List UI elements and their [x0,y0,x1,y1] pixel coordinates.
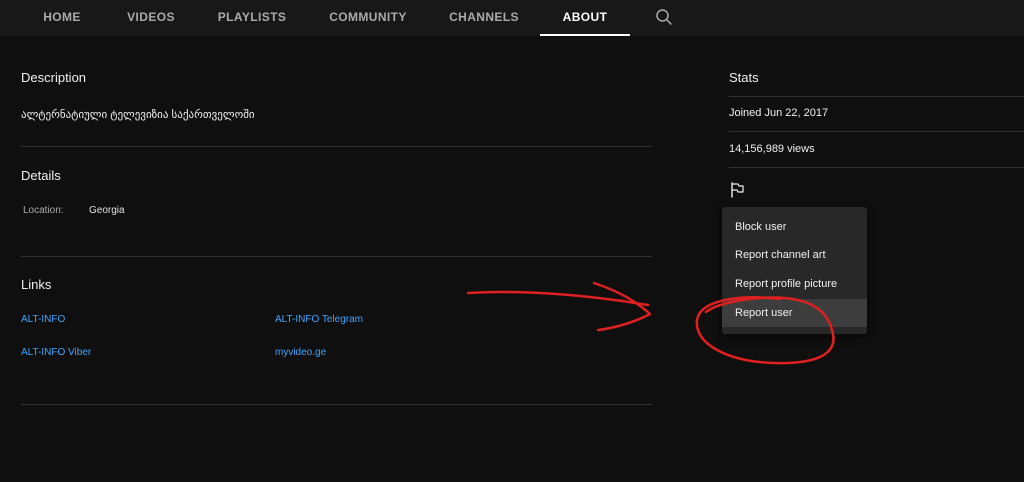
menu-item-block-user[interactable]: Block user [722,213,867,241]
channel-tabs: HOME VIDEOS PLAYLISTS COMMUNITY CHANNELS… [0,0,1024,36]
tab-community[interactable]: COMMUNITY [322,0,414,36]
annotation-arrow-head [592,281,652,332]
location-label: Location: [23,205,64,216]
divider [729,167,1024,168]
link-alt-info-viber[interactable]: ALT-INFO Viber [21,347,91,358]
link-myvideo[interactable]: myvideo.ge [275,347,326,358]
description-text: ალტერნატიული ტელევიზია საქართველოში [21,109,255,121]
link-alt-info[interactable]: ALT-INFO [21,314,65,325]
divider [21,256,652,257]
annotation-arrow [466,290,650,307]
search-icon[interactable] [655,8,673,26]
links-title: Links [21,277,52,292]
channel-about-page: HOME VIDEOS PLAYLISTS COMMUNITY CHANNELS… [0,0,1024,482]
tab-home[interactable]: HOME [32,0,92,36]
stats-title: Stats [729,70,759,85]
tab-channels[interactable]: CHANNELS [442,0,526,36]
divider [21,146,652,147]
divider [729,96,1024,97]
tab-playlists[interactable]: PLAYLISTS [210,0,294,36]
tab-about[interactable]: ABOUT [540,0,630,36]
menu-item-report-profile-picture[interactable]: Report profile picture [722,270,867,298]
details-title: Details [21,168,61,183]
view-count: 14,156,989 views [729,143,815,155]
menu-item-report-user[interactable]: Report user [722,299,867,327]
report-menu: Block user Report channel art Report pro… [722,207,867,334]
joined-date: Joined Jun 22, 2017 [729,107,829,119]
annotation-overlay [466,281,835,365]
link-alt-info-telegram[interactable]: ALT-INFO Telegram [275,314,363,325]
menu-item-report-channel-art[interactable]: Report channel art [722,241,867,269]
tab-videos[interactable]: VIDEOS [118,0,184,36]
divider [21,404,652,405]
flag-icon[interactable] [729,182,745,198]
location-value: Georgia [89,205,125,216]
divider [729,131,1024,132]
description-title: Description [21,70,87,85]
